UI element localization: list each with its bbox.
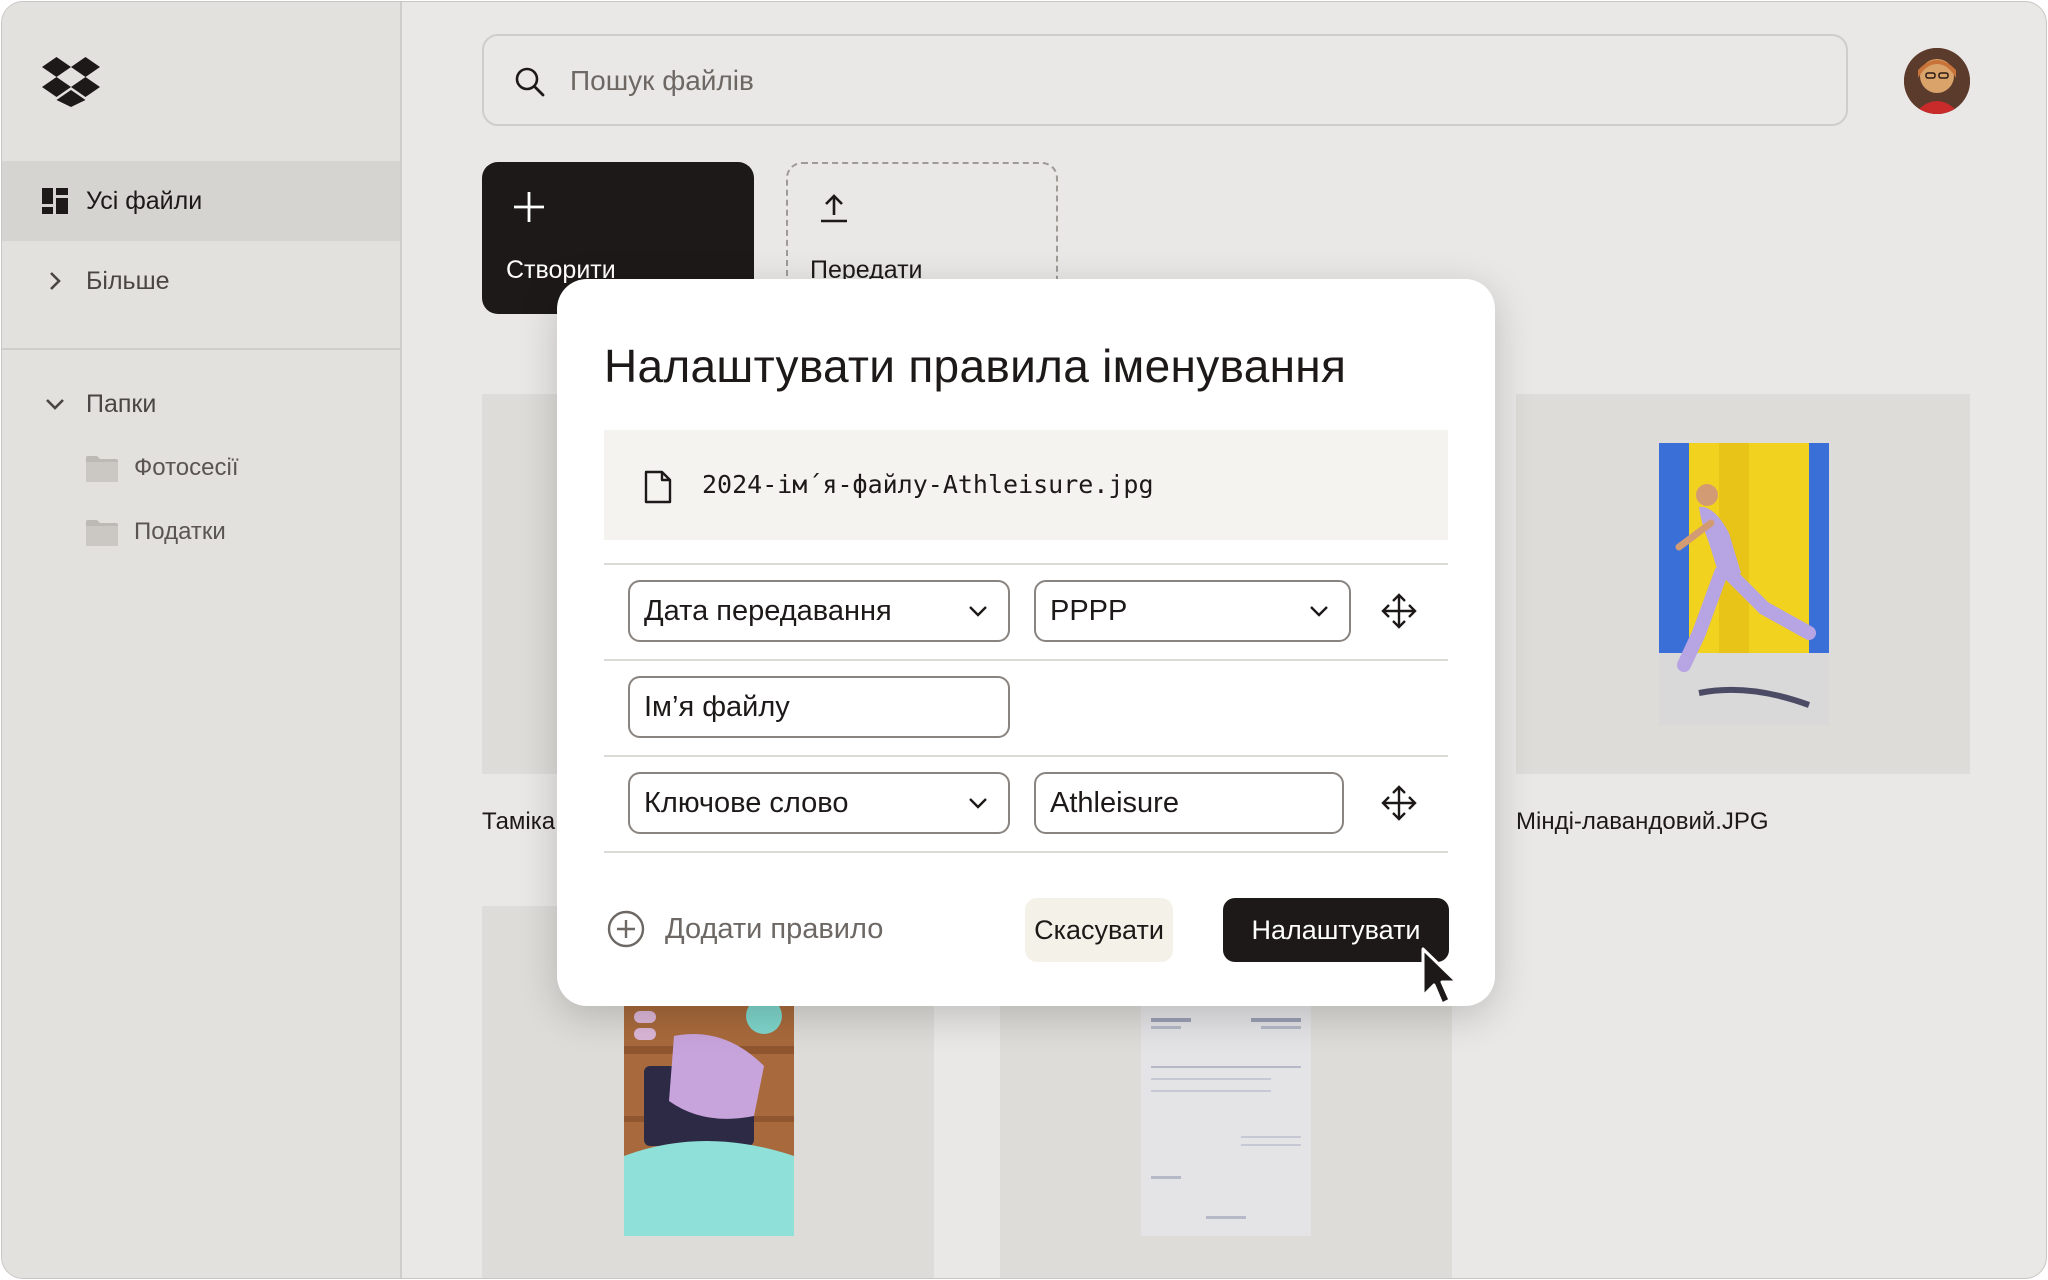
add-circle-icon (607, 910, 645, 948)
file-name[interactable]: Мінді-лавандовий.JPG (1516, 808, 1769, 836)
sidebar-divider (2, 348, 400, 350)
apply-button[interactable]: Налаштувати (1223, 898, 1449, 962)
preview-filename: 2024-ім´я-файлу-Athleisure.jpg (702, 470, 1154, 499)
file-thumbnail[interactable] (1516, 394, 1970, 774)
rule-field-filename[interactable]: Ім’я файлу (628, 676, 1010, 738)
chevron-down-icon (969, 798, 987, 809)
folder-icon (86, 520, 118, 546)
rule-format-select[interactable]: РРРР (1034, 580, 1351, 642)
rule-field-select[interactable]: Ключове слово (628, 772, 1010, 834)
plus-icon (514, 192, 544, 222)
naming-rules-dialog: Налаштувати правила іменування 2024-ім´я… (557, 279, 1495, 1006)
select-value: РРРР (1050, 594, 1128, 627)
rule-divider (604, 563, 1448, 565)
folder-label: Податки (134, 518, 226, 545)
dropbox-logo-icon[interactable] (42, 57, 100, 107)
select-value: Ключове слово (644, 786, 849, 819)
rule-divider (604, 851, 1448, 853)
sidebar-item-more[interactable]: Більше (2, 241, 400, 321)
move-handle-icon[interactable] (1381, 593, 1417, 629)
sidebar-item-label: Більше (86, 266, 170, 295)
folders-header: Папки (86, 389, 157, 418)
filename-preview: 2024-ім´я-файлу-Athleisure.jpg (604, 430, 1448, 540)
search-input[interactable] (568, 36, 1772, 126)
move-handle-icon[interactable] (1381, 785, 1417, 821)
rule-divider (604, 755, 1448, 757)
keyword-input[interactable]: Athleisure (1034, 772, 1344, 834)
rule-divider (604, 659, 1448, 661)
select-value: Дата передавання (644, 594, 892, 627)
app-window: Усі файли Більше Папки Фотосесії Податки… (1, 1, 2047, 1279)
rule-field-select[interactable]: Дата передавання (628, 580, 1010, 642)
file-name[interactable]: Таміка (482, 808, 555, 836)
chevron-right-icon (50, 272, 61, 290)
add-rule-button[interactable]: Додати правило (607, 909, 883, 949)
keyword-value: Athleisure (1050, 786, 1179, 819)
folders-section-toggle[interactable]: Папки (2, 364, 400, 444)
add-rule-label: Додати правило (665, 912, 884, 945)
runner-photo (1659, 443, 1829, 725)
clothes-photo (624, 1006, 794, 1236)
folder-label: Фотосесії (134, 454, 239, 481)
folder-icon (86, 456, 118, 482)
search-icon (515, 67, 545, 97)
sidebar-item-all-files[interactable]: Усі файли (2, 161, 400, 241)
invoice-photo (1141, 1006, 1311, 1236)
chevron-down-icon (969, 606, 987, 617)
cancel-button[interactable]: Скасувати (1025, 898, 1173, 962)
avatar[interactable] (1904, 48, 1970, 114)
sidebar-item-label: Усі файли (86, 186, 203, 215)
avatar-image (1904, 48, 1970, 114)
chevron-down-icon (46, 399, 64, 410)
file-icon (644, 470, 672, 504)
folder-item-taxes[interactable]: Податки (86, 510, 226, 554)
search-bar[interactable] (482, 34, 1848, 126)
folder-item-photoshoots[interactable]: Фотосесії (86, 446, 238, 490)
dialog-title: Налаштувати правила іменування (604, 340, 1347, 392)
field-value: Ім’я файлу (644, 690, 790, 723)
mouse-cursor-icon (1421, 947, 1459, 1006)
chevron-down-icon (1310, 606, 1328, 617)
all-files-icon (42, 188, 68, 214)
upload-icon (821, 194, 847, 223)
sidebar: Усі файли Більше Папки Фотосесії Податки (2, 2, 402, 1278)
